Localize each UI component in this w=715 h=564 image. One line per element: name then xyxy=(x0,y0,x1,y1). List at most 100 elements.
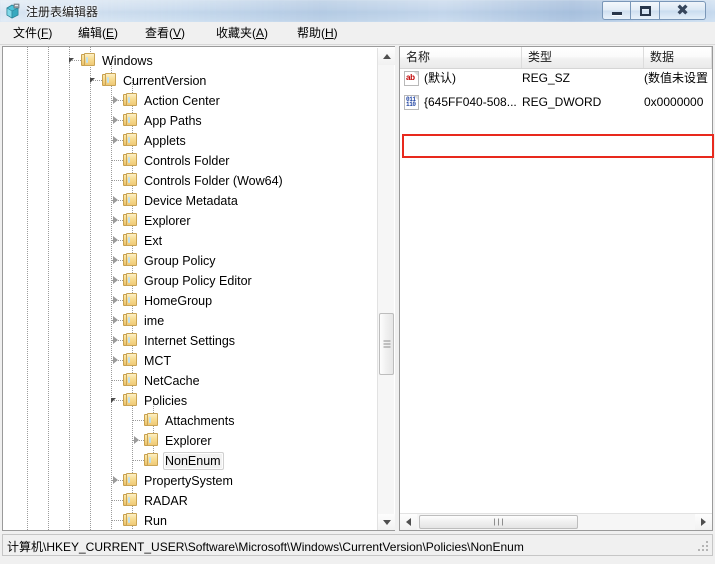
column-header-type[interactable]: 类型 xyxy=(522,47,644,68)
triangle-right-icon xyxy=(701,518,706,526)
list-scroll-right-button[interactable] xyxy=(695,514,712,530)
tree-item-action-center[interactable]: Action Center xyxy=(3,90,377,110)
tree-item-label: Internet Settings xyxy=(142,332,238,350)
tree-item-ext[interactable]: Ext xyxy=(3,230,377,250)
tree-item-propertysystem[interactable]: PropertySystem xyxy=(3,470,377,490)
tree-item-applets[interactable]: Applets xyxy=(3,130,377,150)
expand-arrow-icon[interactable] xyxy=(111,116,120,125)
minimize-button[interactable] xyxy=(602,1,631,20)
menu-item-favorites[interactable]: 收藏夹(A) xyxy=(211,25,273,42)
tree-item-label: NetCache xyxy=(142,372,203,390)
expand-arrow-icon[interactable] xyxy=(111,96,120,105)
tree-item-internet-settings[interactable]: Internet Settings xyxy=(3,330,377,350)
folder-icon xyxy=(123,373,138,387)
tree-item-windows[interactable]: Windows xyxy=(3,50,377,70)
tree-item-radar[interactable]: RADAR xyxy=(3,490,377,510)
value-cell-name: {645FF040-508... xyxy=(424,92,520,113)
resize-grip-icon[interactable] xyxy=(698,541,710,553)
tree-item-ime[interactable]: ime xyxy=(3,310,377,330)
list-horizontal-scrollbar[interactable] xyxy=(400,513,712,530)
expand-arrow-icon[interactable] xyxy=(132,436,141,445)
tree-item-policies[interactable]: Policies xyxy=(3,390,377,410)
tree-item-label: Run xyxy=(142,512,170,530)
folder-icon xyxy=(123,133,138,147)
tree-item-controls-folder[interactable]: Controls Folder xyxy=(3,150,377,170)
column-header-label: 数据 xyxy=(650,50,674,64)
expand-arrow-icon[interactable] xyxy=(111,476,120,485)
value-row[interactable]: 011110{645FF040-508...REG_DWORD0x0000000 xyxy=(400,92,712,113)
value-cell-name: (默认) xyxy=(424,68,520,89)
tree-scrollbar-thumb[interactable] xyxy=(379,313,394,375)
registry-editor-window: 注册表编辑器 ✖ 文件(F) 编辑(E) 查看(V) 收藏夹(A) 帮助(H) … xyxy=(0,0,715,564)
folder-icon xyxy=(123,253,138,267)
folder-icon xyxy=(123,493,138,507)
value-row[interactable]: ab(默认)REG_SZ(数值未设置 xyxy=(400,68,712,89)
tree-item-group-policy-editor[interactable]: Group Policy Editor xyxy=(3,270,377,290)
tree-item-label: Attachments xyxy=(163,412,237,430)
registry-tree-pane[interactable]: Windows CurrentVersionAction CenterApp Pa… xyxy=(2,46,395,531)
tree-item-label: Applets xyxy=(142,132,189,150)
folder-icon xyxy=(123,193,138,207)
tree-item-group-policy[interactable]: Group Policy xyxy=(3,250,377,270)
menu-item-view[interactable]: 查看(V) xyxy=(140,25,190,42)
menu-item-file[interactable]: 文件(F) xyxy=(8,25,57,42)
menu-item-help[interactable]: 帮助(H) xyxy=(292,25,343,42)
folder-icon xyxy=(144,453,159,467)
tree-item-mct[interactable]: MCT xyxy=(3,350,377,370)
tree-item-app-paths[interactable]: App Paths xyxy=(3,110,377,130)
maximize-button[interactable] xyxy=(631,1,660,20)
tree-item-controls-folder-wow64[interactable]: Controls Folder (Wow64) xyxy=(3,170,377,190)
tree-item-label: Windows xyxy=(100,52,156,70)
close-button[interactable]: ✖ xyxy=(660,1,706,20)
tree-item-homegroup[interactable]: HomeGroup xyxy=(3,290,377,310)
column-header-data[interactable]: 数据 xyxy=(644,47,712,68)
registry-values-list[interactable]: ab(默认)REG_SZ(数值未设置 011110{645FF040-508...… xyxy=(400,68,712,530)
menu-item-edit[interactable]: 编辑(E) xyxy=(73,25,123,42)
value-cell-type: REG_DWORD xyxy=(522,92,638,113)
tree-item-attachments[interactable]: Attachments xyxy=(3,410,377,430)
expand-arrow-icon[interactable] xyxy=(111,196,120,205)
tree-item-label: Explorer xyxy=(163,432,215,450)
expand-arrow-icon[interactable] xyxy=(111,356,120,365)
expand-arrow-icon[interactable] xyxy=(111,216,120,225)
registry-tree[interactable]: Windows CurrentVersionAction CenterApp Pa… xyxy=(3,47,377,530)
tree-item-device-metadata[interactable]: Device Metadata xyxy=(3,190,377,210)
content-area: Windows CurrentVersionAction CenterApp Pa… xyxy=(0,45,715,532)
expand-arrow-icon[interactable] xyxy=(111,256,120,265)
tree-item-nonenum[interactable]: NonEnum xyxy=(3,450,377,470)
maximize-icon xyxy=(631,2,659,19)
tree-item-explorer[interactable]: Explorer xyxy=(3,210,377,230)
list-column-headers: 名称类型数据 xyxy=(400,47,712,69)
collapse-arrow-icon[interactable] xyxy=(69,56,78,65)
list-scroll-left-button[interactable] xyxy=(400,514,417,530)
tree-item-currentversion[interactable]: CurrentVersion xyxy=(3,70,377,90)
collapse-arrow-icon[interactable] xyxy=(90,76,99,85)
tree-item-run[interactable]: Run xyxy=(3,510,377,530)
tree-scroll-up-button[interactable] xyxy=(378,48,395,65)
column-header-name[interactable]: 名称 xyxy=(400,47,522,68)
folder-icon xyxy=(144,433,159,447)
expand-arrow-icon[interactable] xyxy=(111,276,120,285)
tree-item-label: Explorer xyxy=(142,212,194,230)
grip-icon xyxy=(383,339,390,350)
status-bar-path: 计算机\HKEY_CURRENT_USER\Software\Microsoft… xyxy=(7,538,524,555)
expand-arrow-icon[interactable] xyxy=(111,296,120,305)
tree-vertical-scrollbar[interactable] xyxy=(377,48,394,531)
tree-item-label: Group Policy Editor xyxy=(142,272,255,290)
expand-arrow-icon[interactable] xyxy=(111,236,120,245)
tree-item-netcache[interactable]: NetCache xyxy=(3,370,377,390)
tree-item-explorer[interactable]: Explorer xyxy=(3,430,377,450)
title-bar[interactable]: 注册表编辑器 ✖ xyxy=(0,0,715,22)
expand-arrow-icon[interactable] xyxy=(111,136,120,145)
tree-scroll-down-button[interactable] xyxy=(378,514,395,531)
folder-icon xyxy=(123,313,138,327)
tree-item-label: CurrentVersion xyxy=(121,72,209,90)
expand-arrow-icon[interactable] xyxy=(111,316,120,325)
expand-arrow-icon[interactable] xyxy=(111,336,120,345)
collapse-arrow-icon[interactable] xyxy=(111,396,120,405)
registry-values-pane[interactable]: 名称类型数据 ab(默认)REG_SZ(数值未设置 011110{645FF040… xyxy=(399,46,713,531)
folder-icon xyxy=(123,473,138,487)
list-scrollbar-thumb[interactable] xyxy=(419,515,578,529)
tree-item-label: Ext xyxy=(142,232,165,250)
folder-icon xyxy=(123,333,138,347)
